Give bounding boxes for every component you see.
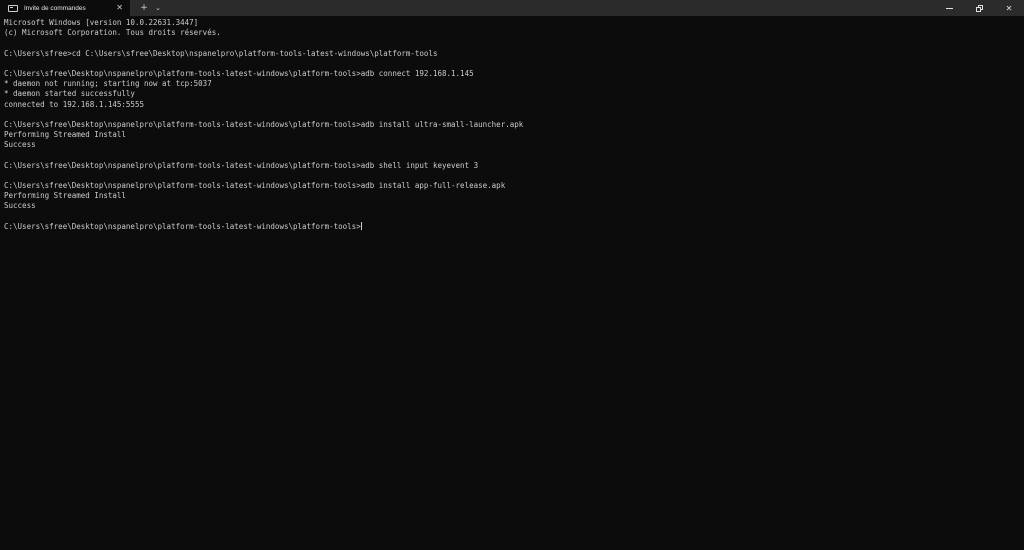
terminal-line: Performing Streamed Install bbox=[4, 191, 126, 201]
tab-command-prompt[interactable]: Invite de commandes ✕ bbox=[0, 0, 130, 16]
terminal-line: C:\Users\sfree\Desktop\nspanelpro\platfo… bbox=[4, 68, 474, 78]
terminal-line: * daemon started successfully bbox=[4, 89, 135, 99]
terminal-prompt: C:\Users\sfree\Desktop\nspanelpro\platfo… bbox=[4, 221, 361, 231]
close-icon: ✕ bbox=[1005, 3, 1013, 13]
terminal-line: Success bbox=[4, 140, 36, 150]
close-button[interactable]: ✕ bbox=[994, 0, 1024, 16]
tab-dropdown-chevron-down-icon[interactable]: ⌄ bbox=[152, 0, 164, 16]
minimize-icon bbox=[945, 7, 953, 9]
terminal-output[interactable]: Microsoft Windows [version 10.0.22631.34… bbox=[4, 18, 1020, 546]
terminal-line: Performing Streamed Install bbox=[4, 130, 126, 140]
terminal-line: C:\Users\sfree\Desktop\nspanelpro\platfo… bbox=[4, 160, 479, 170]
terminal-line: Microsoft Windows [version 10.0.22631.34… bbox=[4, 18, 199, 27]
new-tab-button[interactable]: + bbox=[136, 0, 152, 16]
maximize-button[interactable] bbox=[964, 0, 994, 16]
terminal-line: Success bbox=[4, 201, 36, 211]
terminal-icon bbox=[8, 4, 18, 12]
terminal-line: * daemon not running; starting now at tc… bbox=[4, 79, 212, 89]
text-cursor bbox=[360, 221, 362, 230]
terminal-window: Invite de commandes ✕ + ⌄ ✕ Microsoft Wi… bbox=[0, 0, 1024, 550]
tab-title: Invite de commandes bbox=[24, 4, 86, 12]
terminal-line: C:\Users\sfree>cd C:\Users\sfree\Desktop… bbox=[4, 48, 438, 58]
minimize-button[interactable] bbox=[934, 0, 964, 16]
terminal-line: (c) Microsoft Corporation. Tous droits r… bbox=[4, 28, 221, 38]
terminal-line: C:\Users\sfree\Desktop\nspanelpro\platfo… bbox=[4, 181, 506, 190]
tab-close-icon[interactable]: ✕ bbox=[116, 3, 123, 13]
terminal-prompt-line: C:\Users\sfree\Desktop\nspanelpro\platfo… bbox=[4, 221, 1020, 232]
terminal-line: connected to 192.168.1.145:5555 bbox=[4, 99, 144, 109]
title-bar[interactable]: Invite de commandes ✕ + ⌄ ✕ bbox=[0, 0, 1024, 16]
title-bar-drag-area[interactable] bbox=[164, 0, 934, 16]
restore-icon bbox=[975, 4, 983, 12]
terminal-line: C:\Users\sfree\Desktop\nspanelpro\platfo… bbox=[4, 119, 524, 129]
